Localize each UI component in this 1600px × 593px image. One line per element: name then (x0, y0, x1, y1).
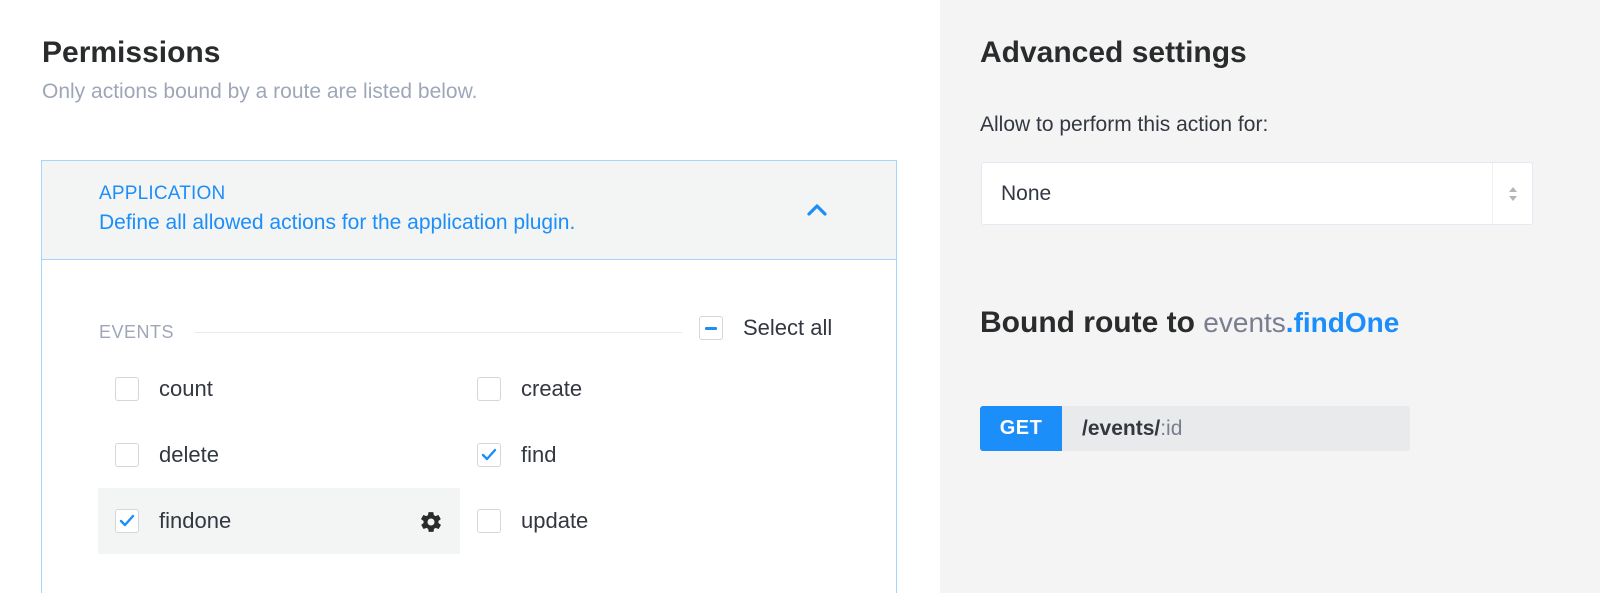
checkbox-update[interactable] (477, 509, 501, 533)
action-findone[interactable]: findone (98, 488, 460, 554)
action-label: count (159, 376, 213, 401)
plugin-collapse: APPLICATION Define all allowed actions f… (41, 160, 897, 593)
bound-route-action: .findOne (1285, 307, 1400, 338)
indeterminate-checkbox-icon[interactable] (699, 316, 723, 340)
checkbox-delete[interactable] (115, 443, 139, 467)
http-method-badge: GET (980, 406, 1062, 451)
permissions-panel: Permissions Only actions bound by a rout… (0, 0, 940, 593)
action-label: delete (159, 442, 219, 467)
plugin-description: Define all allowed actions for the appli… (99, 211, 576, 234)
select-all-checkbox[interactable]: Select all (699, 313, 832, 343)
checkbox-find[interactable] (477, 443, 501, 467)
policy-select[interactable]: None (981, 162, 1533, 225)
checkbox-count[interactable] (115, 377, 139, 401)
action-label: find (521, 442, 557, 467)
plugin-header[interactable]: APPLICATION Define all allowed actions f… (42, 161, 896, 260)
route-row: GET /events/:id (980, 406, 1410, 451)
action-label: update (521, 508, 589, 533)
route-path: /events/:id (1082, 417, 1182, 441)
action-label: create (521, 376, 583, 401)
bound-route-controller: events (1203, 307, 1286, 338)
advanced-settings-panel: Advanced settings Allow to perform this … (940, 0, 1600, 593)
checkbox-create[interactable] (477, 377, 501, 401)
select-arrows-icon (1492, 163, 1532, 224)
action-find[interactable]: find (460, 422, 822, 488)
action-label: findone (159, 508, 232, 533)
permissions-title: Permissions (42, 36, 221, 69)
controller-label: EVENTS (99, 322, 175, 342)
action-create[interactable]: create (460, 356, 822, 422)
policy-select-value: None (1001, 182, 1052, 205)
advanced-settings-title: Advanced settings (980, 36, 1247, 69)
select-all-label: Select all (743, 315, 833, 340)
checkmark-icon (481, 448, 497, 461)
allow-label: Allow to perform this action for: (980, 113, 1269, 136)
permissions-subtitle: Only actions bound by a route are listed… (42, 80, 478, 103)
action-update[interactable]: update (460, 488, 822, 554)
plugin-name: APPLICATION (99, 183, 226, 204)
bound-route-title: Bound route to events.findOne (980, 306, 1399, 340)
checkmark-icon (119, 514, 135, 527)
permissions-page: Permissions Only actions bound by a rout… (0, 0, 1600, 593)
chevron-up-icon[interactable] (804, 197, 830, 223)
controller-divider (195, 332, 682, 333)
route-path-base: /events (1082, 416, 1155, 440)
route-path-param: :id (1160, 416, 1183, 440)
gear-icon[interactable] (419, 510, 443, 534)
checkbox-findone[interactable] (115, 509, 139, 533)
action-delete[interactable]: delete (98, 422, 460, 488)
bound-route-prefix: Bound route to (980, 306, 1195, 339)
action-count[interactable]: count (98, 356, 460, 422)
